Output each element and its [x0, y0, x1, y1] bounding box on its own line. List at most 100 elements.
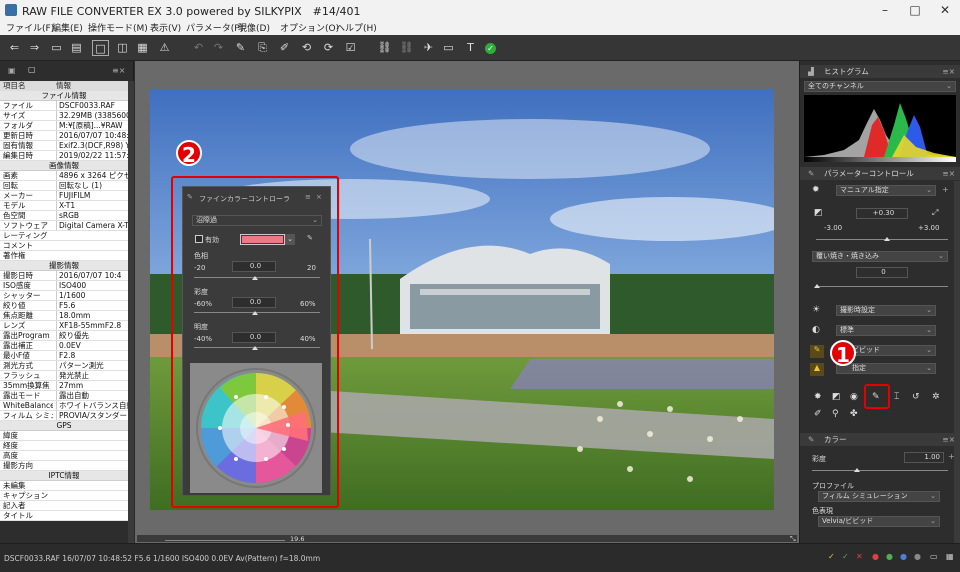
right-scrollbar[interactable] — [954, 181, 960, 543]
status-approve-icon[interactable]: ✓ — [842, 552, 849, 561]
redo-icon[interactable]: ↷ — [210, 40, 227, 56]
info-row[interactable]: 露出Program 絞り優先 — [0, 331, 128, 341]
crop-icon[interactable]: ⌶ — [894, 392, 899, 402]
tone-curve-icon[interactable]: ◩ — [832, 392, 841, 402]
network-icon[interactable]: ⛓ — [376, 40, 393, 56]
info-row[interactable]: 撮影方向 — [0, 461, 128, 471]
info-row[interactable]: 焦点距離 18.0mm — [0, 311, 128, 321]
fit-icon[interactable]: ⤡ — [790, 535, 798, 543]
dodge-slider[interactable] — [816, 286, 948, 287]
info-row[interactable]: 測光方式 パターン測光 — [0, 361, 128, 371]
expression-select[interactable]: Velvia/ビビッド ⌄ — [818, 516, 940, 527]
saturation-value[interactable]: 1.00 — [904, 452, 944, 463]
scene-select[interactable]: 撮影時設定 ⌄ — [836, 305, 936, 316]
info-row[interactable]: ISO感度 ISO400 — [0, 281, 128, 291]
info-row[interactable]: 絞り値 F5.6 — [0, 301, 128, 311]
info-scrollbar[interactable] — [128, 81, 134, 543]
menu-param[interactable]: パラメータ(P) — [186, 21, 243, 34]
info-row[interactable]: 未編集 — [0, 481, 128, 491]
info-row[interactable]: 35mm換算焦 27mm — [0, 381, 128, 391]
rotate-right-icon[interactable]: ⟳ — [320, 40, 337, 56]
info-row[interactable]: 高度 — [0, 451, 128, 461]
dodge-value[interactable]: 0 — [856, 267, 908, 278]
tone-select[interactable]: 標準 ⌄ — [836, 325, 936, 336]
status-blue-icon[interactable]: ● — [900, 552, 907, 561]
text-icon[interactable]: T — [462, 40, 479, 56]
info-row[interactable]: フラッシュ 発光禁止 — [0, 371, 128, 381]
saturation-slider[interactable] — [812, 470, 948, 471]
info-section-header[interactable]: GPS — [0, 421, 128, 431]
status-view-icon[interactable]: ▭ — [930, 552, 938, 561]
rotate-icon[interactable]: ↺ — [912, 392, 920, 402]
layout-single-icon[interactable]: □ — [92, 40, 109, 56]
info-row[interactable]: キャプション — [0, 491, 128, 501]
prev-image-icon[interactable]: ⇐ — [6, 40, 23, 56]
comment-tab-icon[interactable]: ▢ — [28, 65, 36, 74]
pen-icon[interactable]: ✐ — [276, 40, 293, 56]
info-row[interactable]: 経度 — [0, 441, 128, 451]
warning-icon[interactable]: ⚠ — [156, 40, 173, 56]
maximize-button[interactable]: □ — [900, 0, 930, 20]
profile-select[interactable]: フィルム シミュレーション ⌄ — [818, 491, 940, 502]
pen-tool-icon[interactable]: ✐ — [814, 409, 822, 419]
menu-help[interactable]: ヘルプ(H) — [336, 21, 377, 34]
info-row[interactable]: 撮影日時 2016/07/07 10:4 — [0, 271, 128, 281]
info-row[interactable]: モデル X-T1 — [0, 201, 128, 211]
info-row[interactable]: コメント — [0, 241, 128, 251]
info-row[interactable]: 固有情報 Exif2.3(DCF,R98) Y — [0, 141, 128, 151]
info-row[interactable]: 画素 4896 x 3264 ピクセ — [0, 171, 128, 181]
channel-select[interactable]: 全てのチャンネル ⌄ — [804, 81, 956, 92]
info-section-header[interactable]: 画像情報 — [0, 161, 128, 171]
menu-file[interactable]: ファイル(F) — [6, 21, 54, 34]
info-row[interactable]: 更新日時 2016/07/07 10:48: — [0, 131, 128, 141]
minimize-button[interactable]: – — [870, 0, 900, 20]
exposure-add-icon[interactable]: + — [942, 185, 949, 194]
info-row[interactable]: フォルダ M:¥[原稿]...¥RAW — [0, 121, 128, 131]
exposure-value[interactable]: +0.30 — [856, 208, 908, 219]
image-tab-icon[interactable]: ▣ — [8, 66, 16, 75]
menu-option[interactable]: オプション(O) — [280, 21, 339, 34]
histogram-menu-icon[interactable]: ≡× — [942, 65, 955, 78]
saturation-thumb[interactable] — [854, 468, 860, 472]
status-green-icon[interactable]: ● — [886, 552, 893, 561]
menu-view[interactable]: 表示(V) — [150, 21, 181, 34]
info-row[interactable]: レンズ XF18-55mmF2.8 — [0, 321, 128, 331]
menu-develop[interactable]: 現像(D) — [238, 21, 270, 34]
wb-icon[interactable]: ✸ — [814, 392, 822, 402]
info-row[interactable]: 最小F値 F2.8 — [0, 351, 128, 361]
stamp-icon[interactable]: ⎘ — [254, 40, 271, 56]
info-row[interactable]: タイトル — [0, 511, 128, 521]
dodge-select[interactable]: 覆い焼き・焼き込み ⌄ — [812, 251, 948, 262]
status-gray-icon[interactable]: ● — [914, 552, 921, 561]
layout-1-icon[interactable]: ▭ — [48, 40, 65, 56]
info-section-header[interactable]: 撮影情報 — [0, 261, 128, 271]
info-row[interactable]: 露出モード 露出自動 — [0, 391, 128, 401]
menu-mode[interactable]: 操作モード(M) — [88, 21, 148, 34]
status-grid-icon[interactable]: ▦ — [946, 552, 954, 561]
info-row[interactable]: メーカー FUJIFILM — [0, 191, 128, 201]
exposure-slider[interactable] — [816, 239, 948, 240]
status-reject-icon[interactable]: ✕ — [856, 552, 863, 561]
info-row[interactable]: 著作権 — [0, 251, 128, 261]
info-row[interactable]: ソフトウェア Digital Camera X-T — [0, 221, 128, 231]
auto-exposure-icon[interactable]: ⤢ — [932, 208, 938, 218]
layout-grid-icon[interactable]: ▦ — [134, 40, 151, 56]
exposure-mode-select[interactable]: マニュアル指定 ⌄ — [836, 185, 936, 196]
info-row[interactable]: 緯度 — [0, 431, 128, 441]
info-row[interactable]: 露出補正 0.0EV — [0, 341, 128, 351]
info-row[interactable]: サイズ 32.29MB (3385600 — [0, 111, 128, 121]
color-style2-select[interactable]: 指定 ⌄ — [836, 363, 936, 374]
close-button[interactable]: ✕ — [930, 0, 960, 20]
rotate-left-icon[interactable]: ⟲ — [298, 40, 315, 56]
sharpness-icon[interactable]: ◉ — [850, 392, 858, 402]
info-row[interactable]: レーティング — [0, 231, 128, 241]
brush-icon[interactable]: ✎ — [232, 40, 249, 56]
next-image-icon[interactable]: ⇒ — [26, 40, 43, 56]
info-row[interactable]: 記入者 — [0, 501, 128, 511]
layout-compare-icon[interactable]: ◫ — [114, 40, 131, 56]
info-row[interactable]: WhiteBalance ホワイトバランス自動 — [0, 401, 128, 411]
spot-tool-icon[interactable]: ⚲ — [832, 409, 839, 419]
settings-icon[interactable]: ✲ — [932, 392, 940, 402]
info-row[interactable]: 回転 回転なし (1) — [0, 181, 128, 191]
zoom-slider[interactable] — [165, 540, 285, 541]
